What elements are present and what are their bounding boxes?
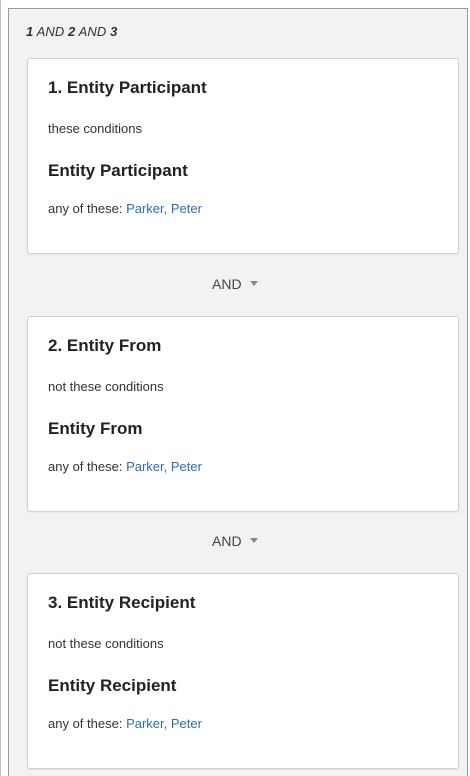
values-link[interactable]: Parker, Peter bbox=[126, 716, 202, 731]
operator-label: AND bbox=[212, 276, 242, 292]
expression-term: 3 bbox=[110, 24, 118, 39]
operator-dropdown-1[interactable]: AND bbox=[212, 276, 258, 292]
condition-card-1[interactable]: 1. Entity Participant these conditions E… bbox=[27, 58, 459, 254]
condition-card-3[interactable]: 3. Entity Recipient not these conditions… bbox=[27, 573, 459, 769]
condition-title: 1. Entity Participant bbox=[48, 78, 207, 97]
condition-mode: not these conditions bbox=[48, 379, 164, 394]
values-link[interactable]: Parker, Peter bbox=[126, 201, 202, 216]
values-prefix: any of these: bbox=[48, 459, 123, 474]
condition-values: any of these: Parker, Peter bbox=[48, 716, 202, 731]
condition-mode: these conditions bbox=[48, 121, 142, 136]
condition-title: 2. Entity From bbox=[48, 336, 162, 355]
condition-field: Entity Participant bbox=[48, 161, 188, 180]
condition-values: any of these: Parker, Peter bbox=[48, 201, 202, 216]
expression-operator: AND bbox=[75, 24, 111, 39]
values-link[interactable]: Parker, Peter bbox=[126, 459, 202, 474]
operator-dropdown-2[interactable]: AND bbox=[212, 533, 258, 549]
window-edge bbox=[0, 0, 1, 776]
caret-down-icon bbox=[249, 537, 258, 543]
caret-down-icon bbox=[249, 280, 258, 286]
condition-card-2[interactable]: 2. Entity From not these conditions Enti… bbox=[27, 316, 459, 512]
condition-values: any of these: Parker, Peter bbox=[48, 459, 202, 474]
values-prefix: any of these: bbox=[48, 201, 123, 216]
operator-label: AND bbox=[212, 533, 242, 549]
values-prefix: any of these: bbox=[48, 716, 123, 731]
condition-title: 3. Entity Recipient bbox=[48, 593, 196, 612]
expression-operator: AND bbox=[33, 24, 69, 39]
logic-expression: 1 AND 2 AND 3 bbox=[26, 24, 117, 39]
condition-mode: not these conditions bbox=[48, 636, 164, 651]
condition-field: Entity From bbox=[48, 419, 143, 438]
condition-field: Entity Recipient bbox=[48, 676, 177, 695]
